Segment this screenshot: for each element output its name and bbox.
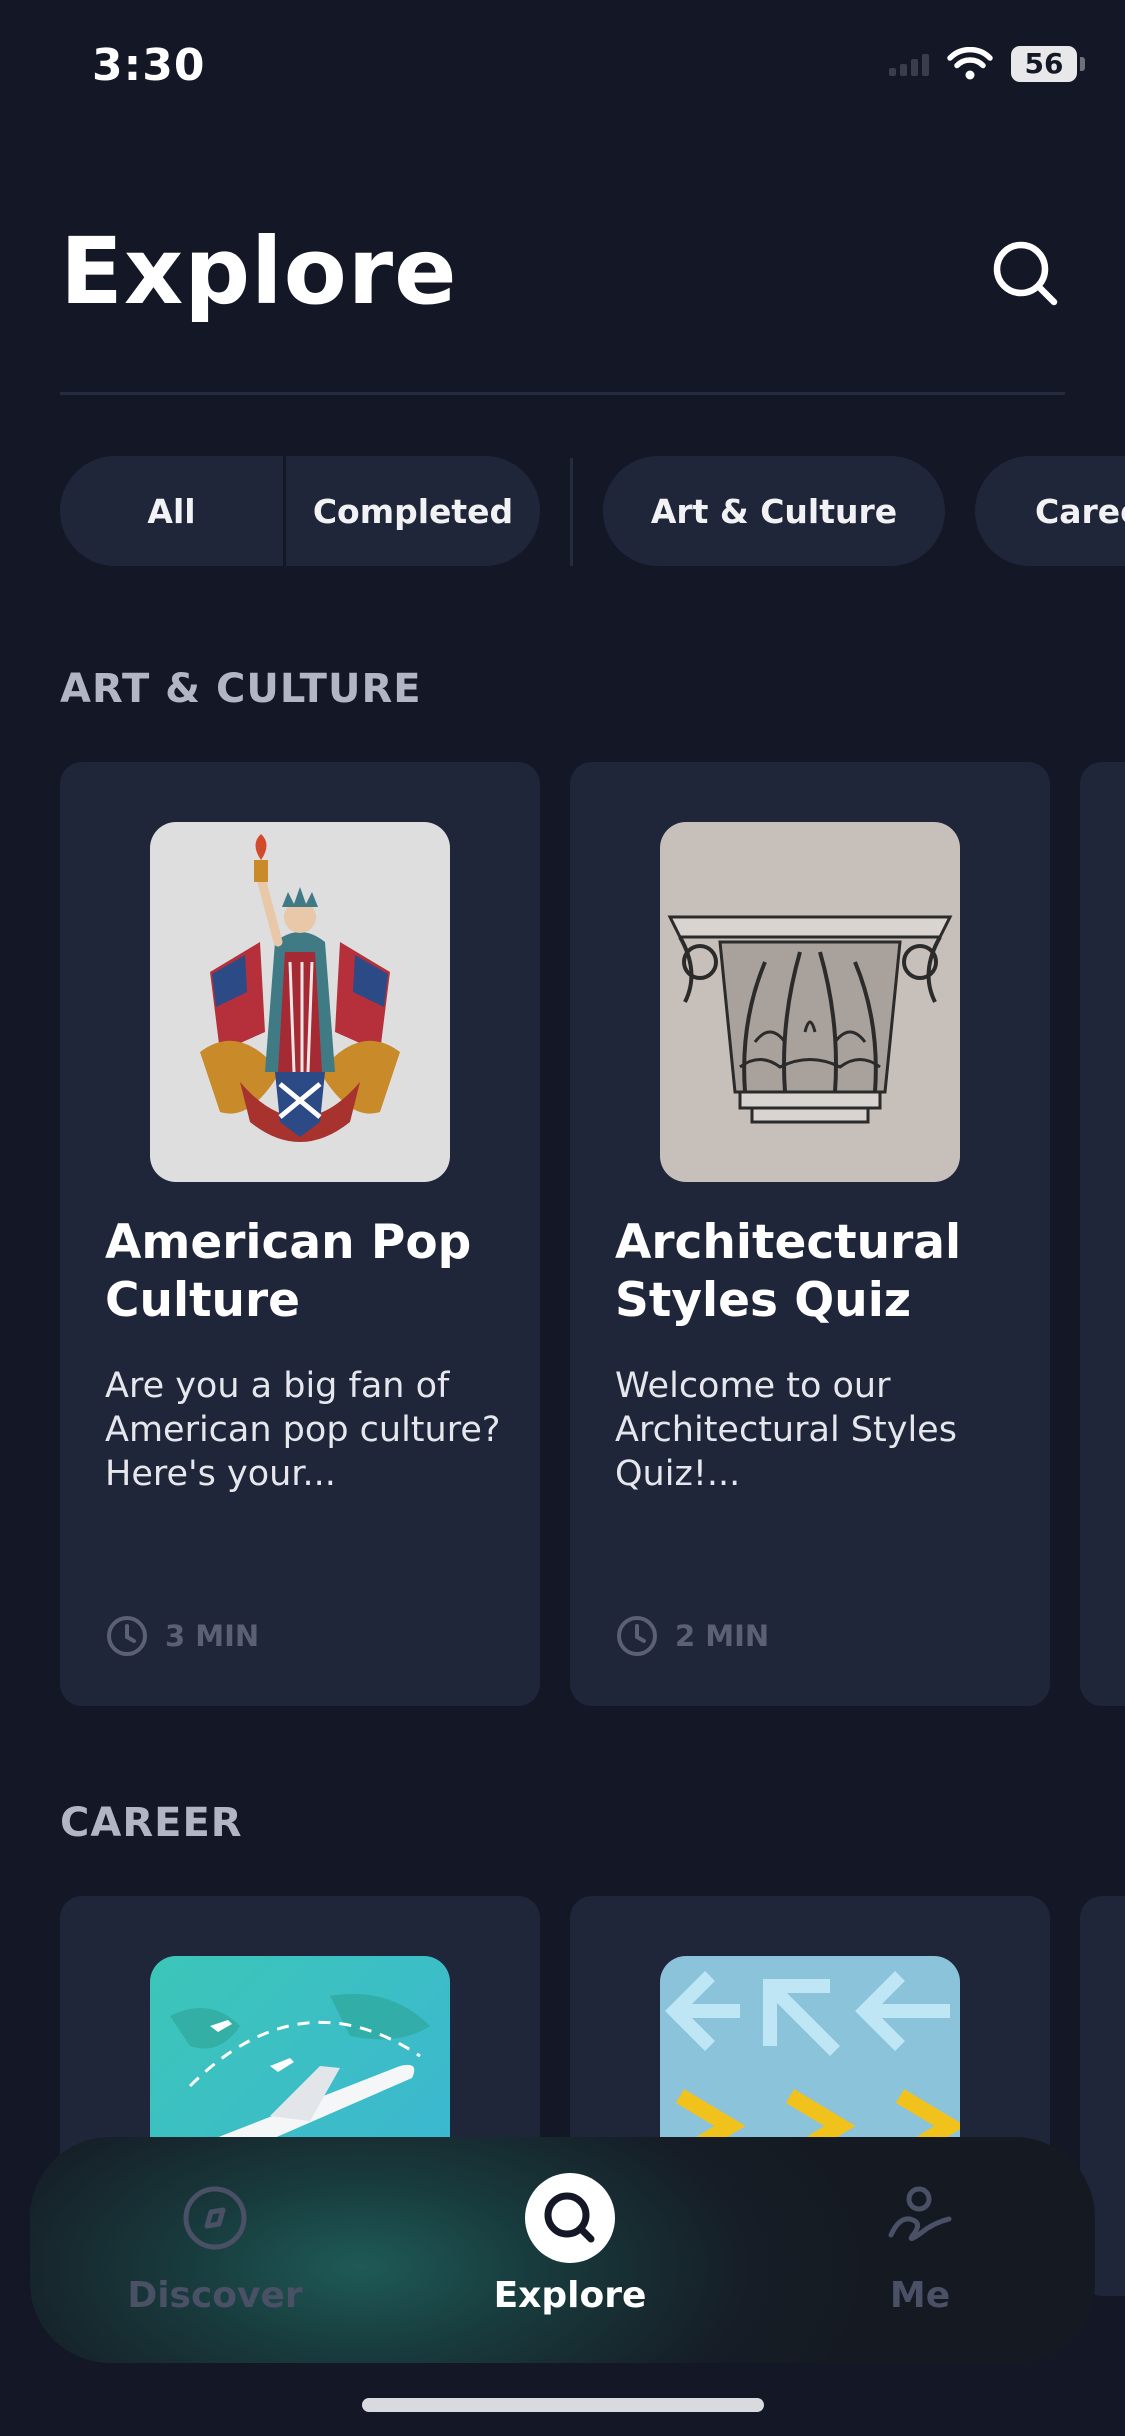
- nav-me[interactable]: Me: [810, 2137, 1030, 2363]
- quiz-card-architectural-styles[interactable]: Architectural Styles Quiz Welcome to our…: [570, 762, 1050, 1706]
- battery-icon: 56: [1011, 46, 1085, 82]
- nav-discover[interactable]: Discover: [125, 2137, 305, 2363]
- nav-explore[interactable]: Explore: [470, 2137, 670, 2363]
- search-icon[interactable]: [988, 236, 1064, 312]
- status-indicators: 56: [889, 46, 1085, 82]
- bottom-navigation: Discover Explore Me: [30, 2137, 1095, 2363]
- quiz-card-american-pop-culture[interactable]: American Pop Culture Are you a big fan o…: [60, 762, 540, 1706]
- wifi-icon: [947, 47, 993, 80]
- profile-icon: [875, 2173, 965, 2263]
- nav-label: Explore: [493, 2275, 647, 2316]
- filter-chips: All Completed Art & Culture Career: [60, 456, 1125, 566]
- search-icon: [525, 2173, 615, 2263]
- chip-art-culture[interactable]: Art & Culture: [603, 456, 945, 566]
- quiz-card-peek[interactable]: [1080, 762, 1125, 1706]
- chip-all[interactable]: All: [60, 456, 286, 566]
- card-description: Are you a big fan of American pop cultur…: [105, 1366, 501, 1494]
- status-time: 3:30: [92, 40, 206, 91]
- chip-separator: [570, 458, 573, 566]
- header-divider: [60, 392, 1065, 395]
- cellular-signal-icon: [889, 52, 929, 76]
- duration-label: 3 MIN: [165, 1619, 260, 1653]
- card-title: Architectural Styles Quiz: [615, 1215, 962, 1328]
- duration-label: 2 MIN: [675, 1619, 770, 1653]
- clock-icon: [617, 1616, 657, 1656]
- nav-label: Me: [889, 2275, 951, 2316]
- card-duration: 3 MIN: [105, 1614, 259, 1658]
- page-title: Explore: [60, 218, 458, 325]
- corinthian-capital-illustration: [660, 822, 960, 1182]
- nav-label: Discover: [127, 2275, 303, 2316]
- status-filter-group: All Completed: [60, 456, 540, 566]
- card-title: American Pop Culture: [105, 1215, 472, 1328]
- section-title-career: CAREER: [60, 1800, 243, 1846]
- battery-level: 56: [1011, 46, 1077, 82]
- compass-icon: [170, 2173, 260, 2263]
- home-indicator[interactable]: [362, 2398, 764, 2412]
- chip-career[interactable]: Career: [975, 456, 1125, 566]
- explore-screen: 3:30 56 Explore All Completed Art & Cult…: [0, 0, 1125, 2436]
- chip-completed[interactable]: Completed: [286, 456, 540, 566]
- statue-of-liberty-illustration: [150, 822, 450, 1182]
- section-title-art-culture: ART & CULTURE: [60, 666, 422, 712]
- card-description: Welcome to our Architectural Styles Quiz…: [615, 1366, 957, 1494]
- card-duration: 2 MIN: [615, 1614, 769, 1658]
- clock-icon: [107, 1616, 147, 1656]
